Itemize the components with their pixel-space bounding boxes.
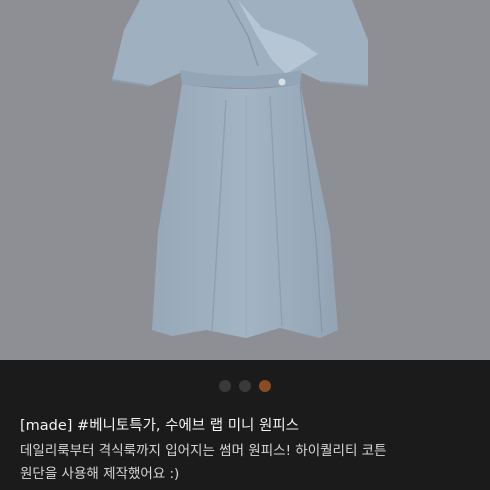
product-title: [made] #베니토특가, 수에브 랩 미니 원피스 bbox=[20, 418, 300, 434]
carousel-indicator bbox=[0, 380, 490, 392]
product-description: 데일리룩부터 격식룩까지 입어지는 썸머 원피스! 하이퀄리티 코튼 원단을 사… bbox=[20, 440, 480, 486]
dress-skirt bbox=[152, 84, 338, 338]
product-photo[interactable] bbox=[0, 0, 490, 360]
carousel-dot-2[interactable] bbox=[239, 380, 251, 392]
description-line-2: 원단을 사용해 제작했어요 :) bbox=[20, 466, 180, 482]
dress-bodice bbox=[112, 0, 368, 86]
dress-illustration bbox=[111, 0, 369, 338]
product-info-panel: [made] #베니토특가, 수에브 랩 미니 원피스 데일리룩부터 격식룩까지… bbox=[0, 360, 490, 490]
description-line-1: 데일리룩부터 격식룩까지 입어지는 썸머 원피스! 하이퀄리티 코튼 bbox=[20, 443, 387, 459]
carousel-dot-1[interactable] bbox=[219, 380, 231, 392]
dress-button bbox=[278, 78, 286, 86]
carousel-dot-3-active[interactable] bbox=[259, 380, 271, 392]
